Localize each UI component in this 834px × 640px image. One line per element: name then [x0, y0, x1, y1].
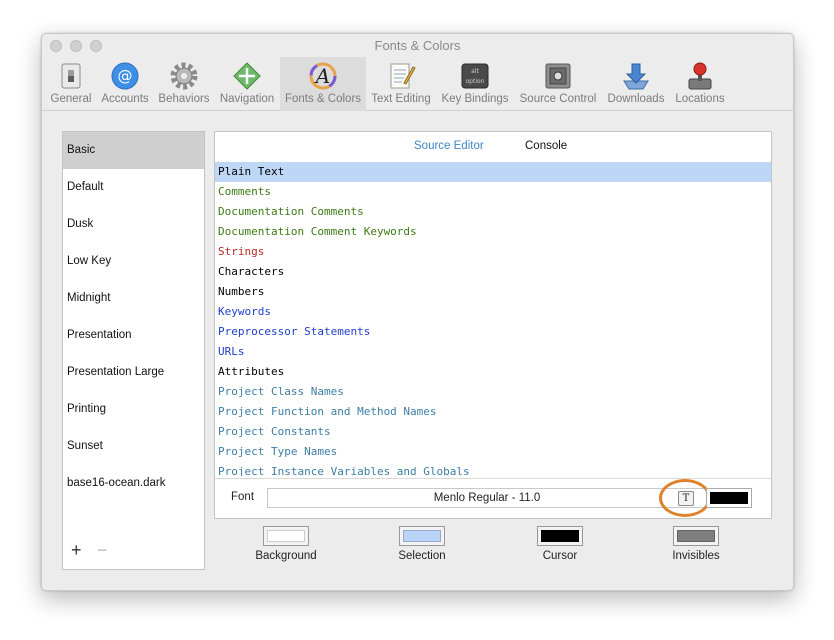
cursor-color-well[interactable]: Cursor [505, 526, 615, 562]
syntax-item[interactable]: Project Type Names [215, 442, 771, 462]
syntax-item[interactable]: Project Instance Variables and Globals [215, 462, 771, 476]
title-bar: Fonts & Colors [42, 34, 793, 58]
invisibles-label: Invisibles [672, 550, 720, 562]
navigation-arrows-icon [231, 60, 263, 92]
tab-console[interactable]: Console [525, 140, 567, 152]
notepad-pencil-icon [385, 60, 417, 92]
syntax-item[interactable]: Attributes [215, 362, 771, 382]
theme-item[interactable]: Midnight [63, 280, 204, 317]
invisibles-swatch [677, 530, 715, 542]
editor-tabs: Source Editor Console [215, 140, 771, 156]
background-swatch-frame [263, 526, 309, 546]
toolbar-label-accounts: Accounts [101, 93, 149, 105]
font-bar: Font Menlo Regular - 11.0 T [215, 478, 771, 519]
syntax-item[interactable]: Documentation Comments [215, 202, 771, 222]
toolbar-label-general: General [50, 93, 92, 105]
svg-text:A: A [314, 64, 330, 88]
theme-item[interactable]: Default [63, 169, 204, 206]
syntax-item[interactable]: Strings [215, 242, 771, 262]
theme-item[interactable]: Presentation [63, 317, 204, 354]
add-theme-button[interactable]: + [71, 541, 82, 559]
remove-theme-button[interactable]: − [97, 541, 108, 559]
keyboard-keys-icon: alt option [459, 60, 491, 92]
theme-item[interactable]: Basic [63, 132, 204, 169]
cursor-swatch-frame [537, 526, 583, 546]
theme-item[interactable]: Printing [63, 391, 204, 428]
svg-text:alt: alt [471, 68, 479, 75]
font-picker-button[interactable]: T [678, 491, 694, 506]
text-color-well[interactable] [706, 488, 752, 508]
theme-list: Basic Default Dusk Low Key Midnight Presentat… [62, 131, 205, 570]
toolbar-item-source-control[interactable]: Source Control [516, 57, 600, 111]
general-switch-icon [55, 60, 87, 92]
font-field: Menlo Regular - 11.0 [267, 488, 707, 508]
syntax-item[interactable]: Keywords [215, 302, 771, 322]
syntax-item[interactable]: Project Constants [215, 422, 771, 442]
syntax-item[interactable]: URLs [215, 342, 771, 362]
invisibles-color-well[interactable]: Invisibles [641, 526, 751, 562]
svg-text:option: option [466, 78, 485, 85]
syntax-item[interactable]: Characters [215, 262, 771, 282]
gear-icon [168, 60, 200, 92]
selection-swatch-frame [399, 526, 445, 546]
selection-color-well[interactable]: Selection [367, 526, 477, 562]
download-tray-icon [620, 60, 652, 92]
toolbar-item-downloads[interactable]: Downloads [604, 57, 668, 111]
cursor-swatch [541, 530, 579, 542]
toolbar-item-text-editing[interactable]: Text Editing [368, 57, 434, 111]
window-title: Fonts & Colors [374, 38, 461, 53]
toolbar-label-downloads: Downloads [607, 93, 665, 105]
theme-item[interactable]: Low Key [63, 243, 204, 280]
toolbar-item-fonts-colors[interactable]: A Fonts & Colors [280, 57, 366, 111]
selection-swatch [403, 530, 441, 542]
preferences-toolbar: General @ Accounts Behaviors Navigation … [42, 56, 793, 111]
toolbar-item-accounts[interactable]: @ Accounts [98, 57, 152, 111]
toolbar-label-fonts-colors: Fonts & Colors [284, 93, 362, 105]
syntax-category-list: Plain Text Comments Documentation Comments… [215, 162, 771, 476]
joystick-icon [684, 60, 716, 92]
toolbar-label-behaviors: Behaviors [158, 93, 210, 105]
theme-item[interactable]: Presentation Large [63, 354, 204, 391]
toolbar-label-key-bindings: Key Bindings [441, 93, 509, 105]
syntax-item[interactable]: Comments [215, 182, 771, 202]
color-wells: Background Selection Cursor Invisibles [214, 526, 772, 576]
svg-text:@: @ [118, 67, 133, 85]
toolbar-item-key-bindings[interactable]: alt option Key Bindings [438, 57, 512, 111]
cursor-label: Cursor [542, 550, 578, 562]
theme-item[interactable]: base16-ocean.dark [63, 465, 204, 502]
background-swatch [267, 530, 305, 542]
syntax-item[interactable]: Numbers [215, 282, 771, 302]
syntax-item[interactable]: Project Class Names [215, 382, 771, 402]
theme-list-items: Basic Default Dusk Low Key Midnight Presentat… [63, 132, 204, 502]
tab-source-editor[interactable]: Source Editor [414, 140, 484, 152]
background-label: Background [255, 550, 317, 562]
text-color-swatch [710, 492, 748, 504]
selection-label: Selection [398, 550, 446, 562]
syntax-item[interactable]: Plain Text [215, 162, 771, 182]
syntax-panel: Source Editor Console Plain Text Comments… [214, 131, 772, 519]
font-label: Font [231, 491, 255, 503]
syntax-item[interactable]: Documentation Comment Keywords [215, 222, 771, 242]
background-color-well[interactable]: Background [231, 526, 341, 562]
syntax-item[interactable]: Project Function and Method Names [215, 402, 771, 422]
toolbar-item-navigation[interactable]: Navigation [216, 57, 278, 111]
theme-item[interactable]: Sunset [63, 428, 204, 465]
preferences-window: Fonts & Colors General @ Accounts Behavi… [41, 33, 794, 591]
font-a-icon: A [307, 60, 339, 92]
toolbar-label-source-control: Source Control [519, 93, 597, 105]
toolbar-label-navigation: Navigation [219, 93, 275, 105]
syntax-item[interactable]: Preprocessor Statements [215, 322, 771, 342]
toolbar-label-locations: Locations [675, 93, 725, 105]
safe-icon [542, 60, 574, 92]
theme-item[interactable]: Dusk [63, 206, 204, 243]
toolbar-item-locations[interactable]: Locations [670, 57, 730, 111]
toolbar-label-text-editing: Text Editing [371, 93, 431, 105]
toolbar-item-general[interactable]: General [48, 57, 94, 111]
toolbar-item-behaviors[interactable]: Behaviors [154, 57, 214, 111]
at-sign-icon: @ [109, 60, 141, 92]
invisibles-swatch-frame [673, 526, 719, 546]
